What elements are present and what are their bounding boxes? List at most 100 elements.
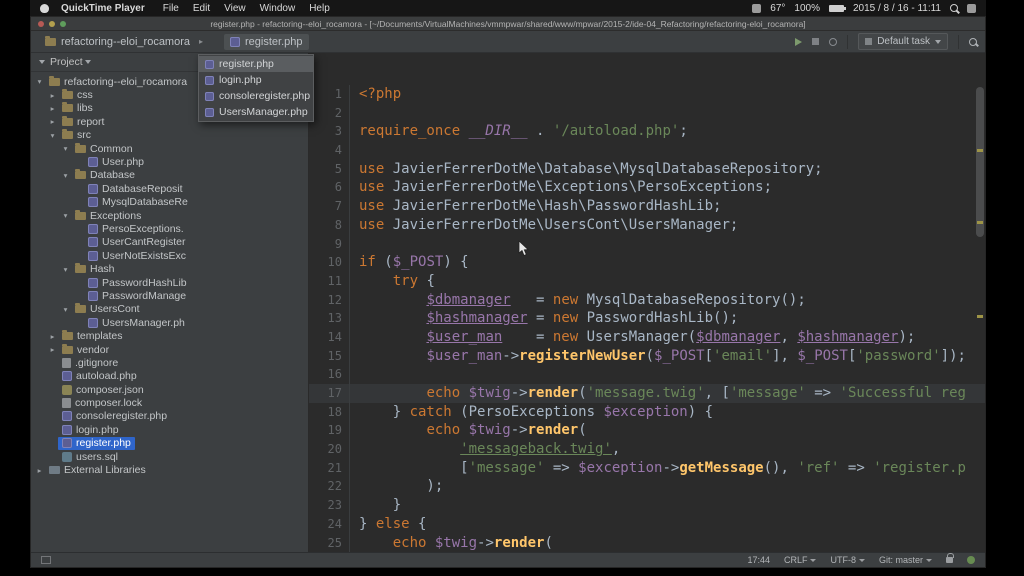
editor-scrollbar[interactable] (976, 87, 984, 237)
code-line-11[interactable]: 11 try { (309, 272, 985, 291)
git-branch-widget[interactable]: Git: master (879, 555, 932, 565)
tree-item-database[interactable]: ▾Database (31, 169, 308, 182)
expand-arrow-icon[interactable]: ▸ (47, 104, 58, 113)
line-ending-widget[interactable]: CRLF (784, 555, 817, 565)
tree-item-src[interactable]: ▾src (31, 129, 308, 142)
code-line-14[interactable]: 14 $user_man = new UsersManager($dbmanag… (309, 328, 985, 347)
code-line-1[interactable]: 1<?php (309, 85, 985, 104)
tree-item-userscont[interactable]: ▾UsersCont (31, 303, 308, 316)
tree-item-external-libraries[interactable]: ▸External Libraries (31, 463, 308, 476)
code-line-2[interactable]: 2 (309, 104, 985, 123)
file-popup-item[interactable]: UsersManager.php (199, 104, 313, 120)
tree-item-persoexceptions-[interactable]: PersoExceptions. (31, 222, 308, 235)
code-line-23[interactable]: 23 } (309, 496, 985, 515)
menubar-clock[interactable]: 2015 / 8 / 16 - 11:11 (853, 3, 941, 14)
file-popup-item[interactable]: register.php (199, 56, 313, 72)
expand-arrow-icon[interactable]: ▸ (47, 91, 58, 100)
code-line-19[interactable]: 19 echo $twig->render( (309, 421, 985, 440)
lock-icon[interactable] (946, 557, 953, 563)
warning-stripe-mark[interactable] (977, 315, 983, 318)
battery-icon[interactable] (829, 5, 844, 12)
menubar-app-name[interactable]: QuickTime Player (61, 3, 145, 14)
run-icon[interactable] (795, 38, 802, 46)
code-line-16[interactable]: 16 (309, 365, 985, 384)
expand-arrow-icon[interactable]: ▾ (60, 265, 71, 274)
caret-position-widget[interactable]: 17:44 (747, 555, 770, 565)
expand-arrow-icon[interactable]: ▸ (47, 332, 58, 341)
menu-item-help[interactable]: Help (309, 3, 330, 14)
tree-item-consoleregister-php[interactable]: consoleregister.php (31, 410, 308, 423)
code-line-13[interactable]: 13 $hashmanager = new PasswordHashLib(); (309, 309, 985, 328)
expand-arrow-icon[interactable]: ▸ (34, 466, 45, 475)
stop-icon[interactable] (812, 38, 819, 45)
menubar-temperature[interactable]: 67° (770, 3, 785, 14)
tree-item-usernotexistsexc[interactable]: UserNotExistsExc (31, 249, 308, 262)
tree-item-hash[interactable]: ▾Hash (31, 262, 308, 275)
code-line-22[interactable]: 22 ); (309, 477, 985, 496)
notification-center-icon[interactable] (967, 4, 976, 13)
tree-item-common[interactable]: ▾Common (31, 142, 308, 155)
code-line-9[interactable]: 9 (309, 235, 985, 254)
breadcrumb-file[interactable]: register.php (224, 34, 308, 50)
tree-item-register-php[interactable]: register.php (31, 437, 308, 450)
code-line-17[interactable]: 17 echo $twig->render('message.twig', ['… (309, 384, 985, 403)
code-line-15[interactable]: 15 $user_man->registerNewUser($_POST['em… (309, 347, 985, 366)
code-line-12[interactable]: 12 $dbmanager = new MysqlDatabaseReposit… (309, 291, 985, 310)
apple-menu-icon[interactable] (40, 4, 49, 13)
volume-icon[interactable] (752, 4, 761, 13)
tree-item-usersmanager-ph[interactable]: UsersManager.ph (31, 316, 308, 329)
code-line-4[interactable]: 4 (309, 141, 985, 160)
menu-item-edit[interactable]: Edit (193, 3, 210, 14)
code-line-5[interactable]: 5use JavierFerrerDotMe\Database\MysqlDat… (309, 160, 985, 179)
code-line-25[interactable]: 25 echo $twig->render( (309, 534, 985, 553)
tree-item-user-php[interactable]: User.php (31, 155, 308, 168)
tree-item-users-sql[interactable]: users.sql (31, 450, 308, 463)
menu-item-view[interactable]: View (224, 3, 246, 14)
tree-item--gitignore[interactable]: .gitignore (31, 356, 308, 369)
warning-stripe-mark[interactable] (977, 221, 983, 224)
code-editor[interactable]: 1<?php23require_once __DIR__ . '/autoloa… (309, 53, 985, 552)
expand-arrow-icon[interactable]: ▾ (60, 171, 71, 180)
expand-arrow-icon[interactable]: ▾ (34, 77, 45, 86)
spotlight-icon[interactable] (950, 4, 958, 12)
code-line-10[interactable]: 10if ($_POST) { (309, 253, 985, 272)
menu-item-file[interactable]: File (163, 3, 179, 14)
expand-arrow-icon[interactable]: ▾ (60, 211, 71, 220)
tree-item-autoload-php[interactable]: autoload.php (31, 370, 308, 383)
tree-item-passwordhashlib[interactable]: PasswordHashLib (31, 276, 308, 289)
warning-stripe-mark[interactable] (977, 149, 983, 152)
zoom-window-button[interactable] (60, 21, 66, 27)
code-line-3[interactable]: 3require_once __DIR__ . '/autoload.php'; (309, 122, 985, 141)
breadcrumb-project[interactable]: refactoring--eloi_rocamora (39, 34, 196, 50)
expand-arrow-icon[interactable]: ▸ (47, 117, 58, 126)
expand-arrow-icon[interactable]: ▾ (60, 305, 71, 314)
window-titlebar[interactable]: register.php - refactoring--eloi_rocamor… (31, 17, 985, 31)
code-line-24[interactable]: 24} else { (309, 515, 985, 534)
expand-arrow-icon[interactable]: ▾ (60, 144, 71, 153)
expand-arrow-icon[interactable]: ▾ (47, 131, 58, 140)
code-line-6[interactable]: 6use JavierFerrerDotMe\Exceptions\PersoE… (309, 178, 985, 197)
code-line-20[interactable]: 20 'messageback.twig', (309, 440, 985, 459)
tree-item-databasereposit[interactable]: DatabaseReposit (31, 182, 308, 195)
inspection-status-icon[interactable] (967, 556, 975, 564)
search-icon[interactable] (969, 38, 977, 46)
menu-item-window[interactable]: Window (260, 3, 296, 14)
tree-item-passwordmanage[interactable]: PasswordManage (31, 289, 308, 302)
tree-item-usercantregister[interactable]: UserCantRegister (31, 236, 308, 249)
tree-item-mysqldatabasere[interactable]: MysqlDatabaseRe (31, 196, 308, 209)
file-popup-item[interactable]: login.php (199, 72, 313, 88)
file-popup-item[interactable]: consoleregister.php (199, 88, 313, 104)
encoding-widget[interactable]: UTF-8 (830, 555, 865, 565)
code-line-21[interactable]: 21 ['message' => $exception->getMessage(… (309, 459, 985, 478)
tree-item-vendor[interactable]: ▸vendor (31, 343, 308, 356)
minimize-window-button[interactable] (49, 21, 55, 27)
close-window-button[interactable] (38, 21, 44, 27)
code-line-7[interactable]: 7use JavierFerrerDotMe\Hash\PasswordHash… (309, 197, 985, 216)
code-line-8[interactable]: 8use JavierFerrerDotMe\UsersCont\UsersMa… (309, 216, 985, 235)
tree-item-composer-lock[interactable]: composer.lock (31, 396, 308, 409)
toolwindow-toggle-icon[interactable] (41, 556, 51, 564)
tree-item-login-php[interactable]: login.php (31, 423, 308, 436)
tree-item-composer-json[interactable]: composer.json (31, 383, 308, 396)
task-selector[interactable]: Default task (858, 33, 948, 50)
tree-item-templates[interactable]: ▸templates (31, 329, 308, 342)
